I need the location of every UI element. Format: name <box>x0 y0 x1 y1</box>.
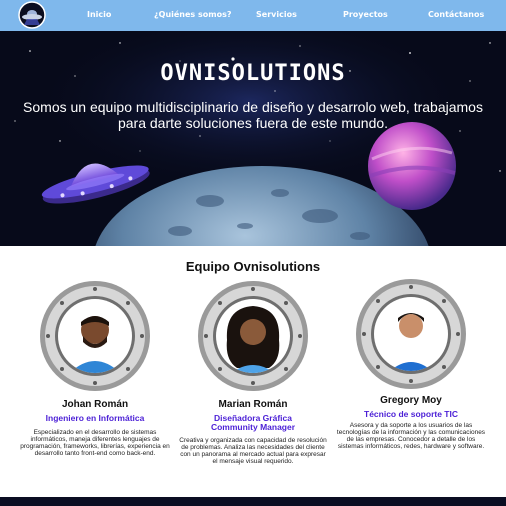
member-photo-porthole <box>356 279 466 389</box>
hero-banner: OVNISOLUTIONS Somos un equipo multidisci… <box>0 31 506 246</box>
bottom-space-strip <box>0 497 506 506</box>
member-description: Especializado en el desarrollo de sistem… <box>20 429 170 457</box>
member-name: Gregory Moy <box>380 395 442 406</box>
nav-link-inicio[interactable]: Inicio <box>87 10 111 19</box>
nav-link-servicios[interactable]: Servicios <box>256 10 297 19</box>
member-description: Creativa y organizada con capacidad de r… <box>179 437 327 465</box>
nav-link-quienes-somos[interactable]: ¿Quiénes somos? <box>154 10 231 19</box>
team-section-title: Equipo Ovnisolutions <box>185 259 321 274</box>
member-name: Johan Román <box>61 399 129 410</box>
nav-link-contactanos[interactable]: Contáctanos <box>428 10 484 19</box>
hero-subtitle: Somos un equipo multidisciplinario de di… <box>23 99 483 131</box>
member-role: Ingeniero en Informática <box>45 413 145 423</box>
member-photo-porthole <box>40 281 150 391</box>
member-role: Técnico de soporte TIC <box>364 409 458 419</box>
hero-title: OVNISOLUTIONS <box>160 61 346 86</box>
ufo-logo-icon[interactable] <box>16 1 48 29</box>
nav-link-proyectos[interactable]: Proyectos <box>343 10 388 19</box>
member-role: Diseñadora Gráfica Community Manager <box>210 413 296 432</box>
member-photo-porthole <box>198 281 308 391</box>
top-nav: Inicio ¿Quiénes somos? Servicios Proyect… <box>0 0 506 31</box>
member-name: Marian Román <box>218 399 288 410</box>
member-description: Asesora y da soporte a los usuarios de l… <box>336 422 486 450</box>
